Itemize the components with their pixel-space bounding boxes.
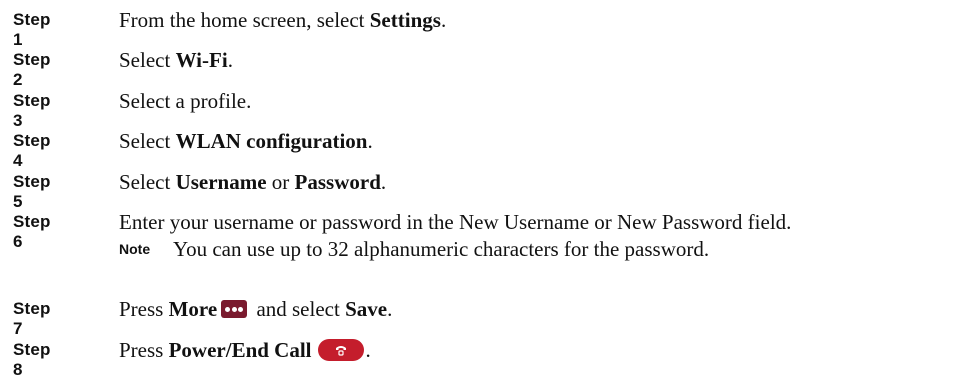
step-text-part: . [440, 8, 447, 32]
ui-term-save: Save [345, 297, 388, 321]
ui-term-power-end-call: Power/End Call [168, 338, 312, 362]
step-text: Press Power/End Call. [119, 338, 371, 363]
step-text-part: . [367, 129, 373, 153]
ui-term-settings: Settings [369, 8, 441, 32]
ui-term-wifi: Wi-Fi [175, 48, 228, 72]
step-text-part: Select [119, 48, 176, 72]
step-label: Step 6 [13, 212, 51, 251]
step-text: Select WLAN configuration. [119, 129, 373, 154]
step-label: Step 1 [13, 10, 51, 49]
step-text-part: or [266, 170, 295, 194]
step-text-part: . [365, 338, 371, 362]
step-text-part: From the home screen, select [119, 8, 370, 32]
step-text-part: . [227, 48, 233, 72]
step-text-part: and select [251, 297, 346, 321]
ui-term-more: More [168, 297, 218, 321]
ui-term-wlan-configuration: WLAN configuration [175, 129, 368, 153]
end-call-icon [317, 339, 364, 361]
step-label: Step 5 [13, 172, 51, 211]
ui-term-password: Password [294, 170, 381, 194]
more-softkey-icon [221, 300, 248, 318]
step-label: Step 2 [13, 50, 51, 89]
step-text-part: Press [119, 297, 169, 321]
step-label: Step 3 [13, 91, 51, 130]
step-text: From the home screen, select Settings. [119, 8, 446, 33]
step-text-part: Press [119, 338, 169, 362]
step-label: Step 7 [13, 299, 51, 338]
step-text: Press More and select Save. [119, 297, 392, 322]
step-label: Step 4 [13, 131, 51, 170]
step-text: Select Username or Password. [119, 170, 386, 195]
step-text-part: . [380, 170, 387, 194]
ui-term-username: Username [175, 170, 267, 194]
step-text: Select a profile. [119, 89, 252, 113]
step-text: Enter your username or password in the N… [119, 210, 792, 234]
step-text-part: Select [119, 129, 176, 153]
step-text-part: . [387, 297, 393, 321]
note-label: Note [119, 241, 151, 257]
procedure: Step 1 From the home screen, select Sett… [0, 0, 963, 381]
step-label: Step 8 [13, 340, 51, 379]
step-text: Select Wi-Fi. [119, 48, 233, 73]
note-text: You can use up to 32 alphanumeric charac… [173, 237, 710, 261]
step-text-part: Select [119, 170, 176, 194]
